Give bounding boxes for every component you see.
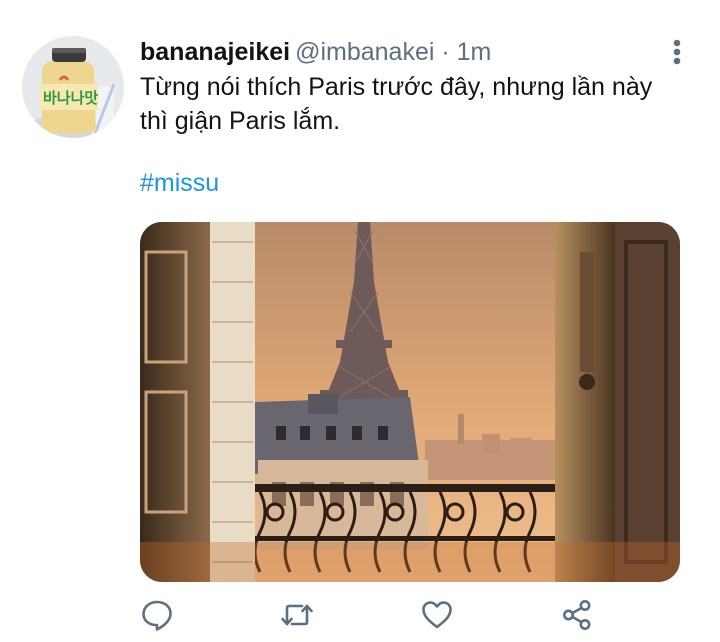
more-vertical-icon [673, 39, 681, 65]
tweet-actions [140, 598, 610, 632]
avatar-bottle-label: 바나나맛 [43, 89, 98, 107]
reply-icon [142, 600, 172, 631]
more-options-button[interactable] [666, 38, 688, 66]
reply-button[interactable] [140, 598, 174, 632]
retweet-button[interactable] [280, 598, 314, 632]
like-icon [422, 601, 452, 629]
tweet-text: Từng nói thích Paris trước đây, nhưng lầ… [140, 73, 653, 135]
retweet-icon [281, 604, 313, 626]
display-name[interactable]: bananajeikei [140, 38, 290, 66]
eiffel-tower-photo [140, 222, 680, 582]
share-icon [563, 600, 591, 630]
avatar[interactable]: 바나나맛 [22, 36, 124, 138]
banana-milk-bottle-image: 바나나맛 [22, 36, 124, 138]
hashtag-link[interactable]: #missu [140, 166, 219, 200]
separator-dot: · [434, 38, 457, 66]
tweet-header: bananajeikei @imbanakei · 1m [140, 36, 491, 68]
timestamp[interactable]: 1m [457, 38, 492, 66]
user-handle[interactable]: @imbanakei [295, 38, 434, 66]
like-button[interactable] [420, 598, 454, 632]
share-button[interactable] [560, 598, 594, 632]
tweet-photo[interactable] [140, 222, 680, 582]
